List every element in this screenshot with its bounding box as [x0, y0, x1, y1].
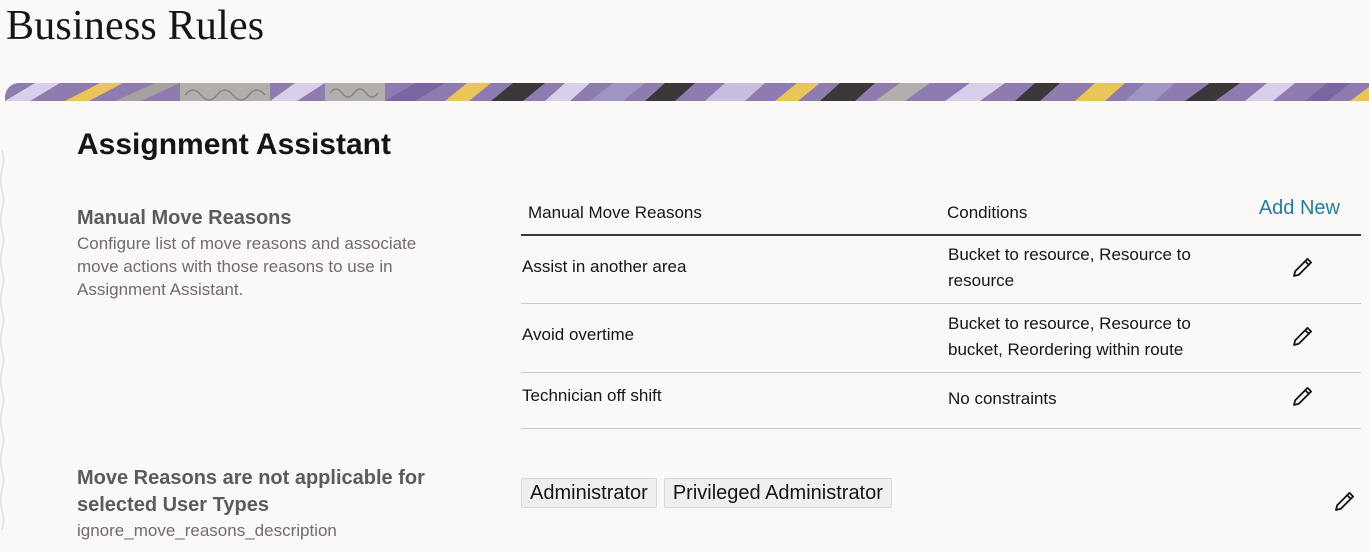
page-title: Business Rules — [6, 3, 265, 49]
pencil-icon — [1335, 492, 1354, 511]
user-type-chips: Administrator Privileged Administrator — [521, 478, 892, 508]
section-title: Assignment Assistant — [77, 128, 391, 161]
table-row: Avoid overtime Bucket to resource, Resou… — [521, 304, 1361, 373]
conditions-cell: Bucket to resource, Resource to bucket, … — [948, 314, 1191, 359]
ignore-move-reasons-label: Move Reasons are not applicable for sele… — [77, 467, 425, 516]
side-decoration — [0, 149, 5, 547]
edit-row-button[interactable] — [1291, 324, 1315, 348]
edit-row-button[interactable] — [1291, 384, 1315, 408]
column-header-reason: Manual Move Reasons — [528, 203, 702, 222]
pencil-icon — [1293, 387, 1312, 406]
user-type-chip: Administrator — [521, 478, 657, 508]
pencil-icon — [1293, 327, 1312, 346]
table-row: Technician off shift No constraints — [521, 373, 1361, 429]
reason-cell: Assist in another area — [522, 257, 687, 276]
ignore-move-reasons-description: ignore_move_reasons_description — [77, 521, 337, 540]
conditions-cell: Bucket to resource, Resource to resource — [948, 245, 1191, 290]
decorative-banner — [5, 83, 1369, 101]
user-type-chip: Privileged Administrator — [663, 478, 892, 508]
table-header: Manual Move Reasons Conditions Add New — [521, 193, 1361, 236]
pencil-icon — [1293, 258, 1312, 277]
reason-cell: Avoid overtime — [522, 325, 635, 344]
reason-cell: Technician off shift — [522, 386, 662, 405]
add-new-link[interactable]: Add New — [1259, 197, 1340, 220]
column-header-conditions: Conditions — [947, 203, 1028, 222]
edit-user-types-button[interactable] — [1333, 489, 1357, 513]
manual-move-reasons-table: Manual Move Reasons Conditions Add New A… — [521, 193, 1361, 429]
conditions-cell: No constraints — [948, 389, 1057, 408]
manual-move-reasons-label: Manual Move Reasons — [77, 207, 292, 229]
table-row: Assist in another area Bucket to resourc… — [521, 236, 1361, 304]
manual-move-reasons-description: Configure list of move reasons and assoc… — [77, 234, 417, 299]
edit-row-button[interactable] — [1291, 255, 1315, 279]
